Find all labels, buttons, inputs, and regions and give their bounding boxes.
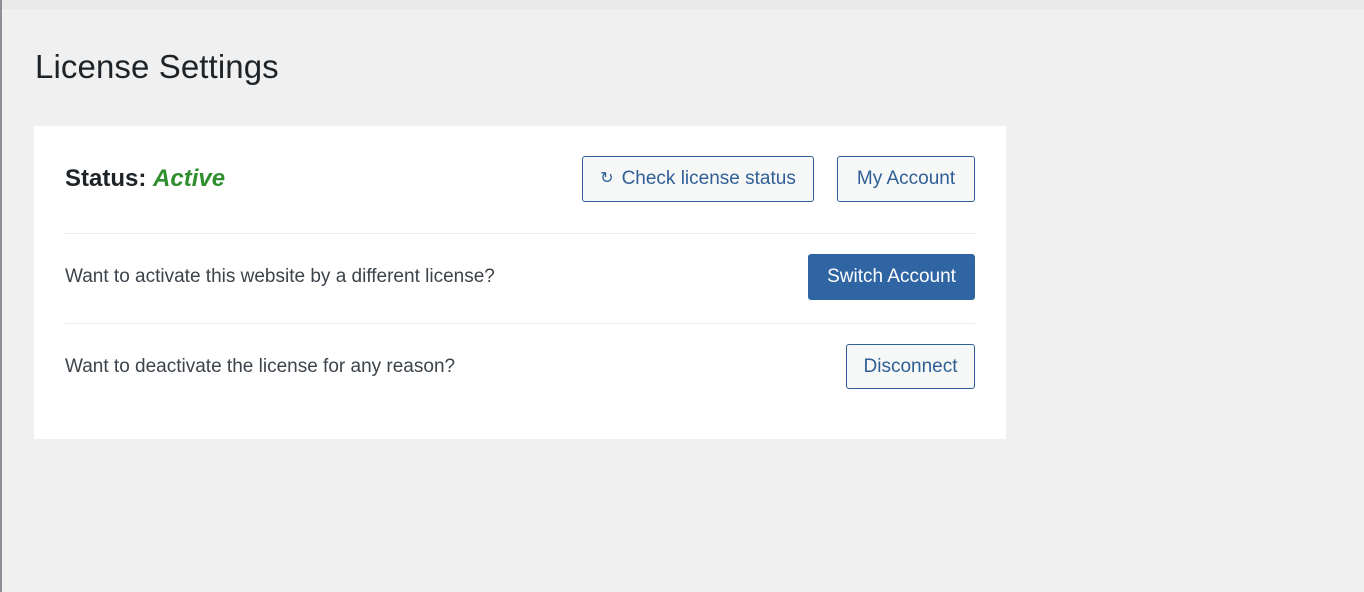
switch-account-row: Want to activate this website by a diffe… <box>65 254 975 300</box>
divider <box>65 323 975 324</box>
divider <box>65 233 975 234</box>
disconnect-text: Want to deactivate the license for any r… <box>65 355 456 377</box>
refresh-icon: ↻ <box>600 170 614 187</box>
page-title: License Settings <box>35 48 279 85</box>
status-text: Status: Active <box>65 165 225 193</box>
disconnect-button[interactable]: Disconnect <box>846 344 975 389</box>
status-actions: ↻ Check license status My Account <box>582 156 975 202</box>
check-license-status-button[interactable]: ↻ Check license status <box>582 156 814 202</box>
status-label: Status: <box>65 165 147 192</box>
top-strip <box>0 0 1364 9</box>
disconnect-row: Want to deactivate the license for any r… <box>65 344 975 389</box>
status-value: Active <box>153 165 226 192</box>
left-edge <box>0 0 2 592</box>
license-card: Status: Active ↻ Check license status My… <box>34 126 1006 439</box>
my-account-button[interactable]: My Account <box>837 156 975 202</box>
switch-account-text: Want to activate this website by a diffe… <box>65 266 495 287</box>
status-row: Status: Active ↻ Check license status My… <box>65 156 975 202</box>
switch-account-button[interactable]: Switch Account <box>808 254 975 300</box>
check-license-status-label: Check license status <box>621 168 796 189</box>
